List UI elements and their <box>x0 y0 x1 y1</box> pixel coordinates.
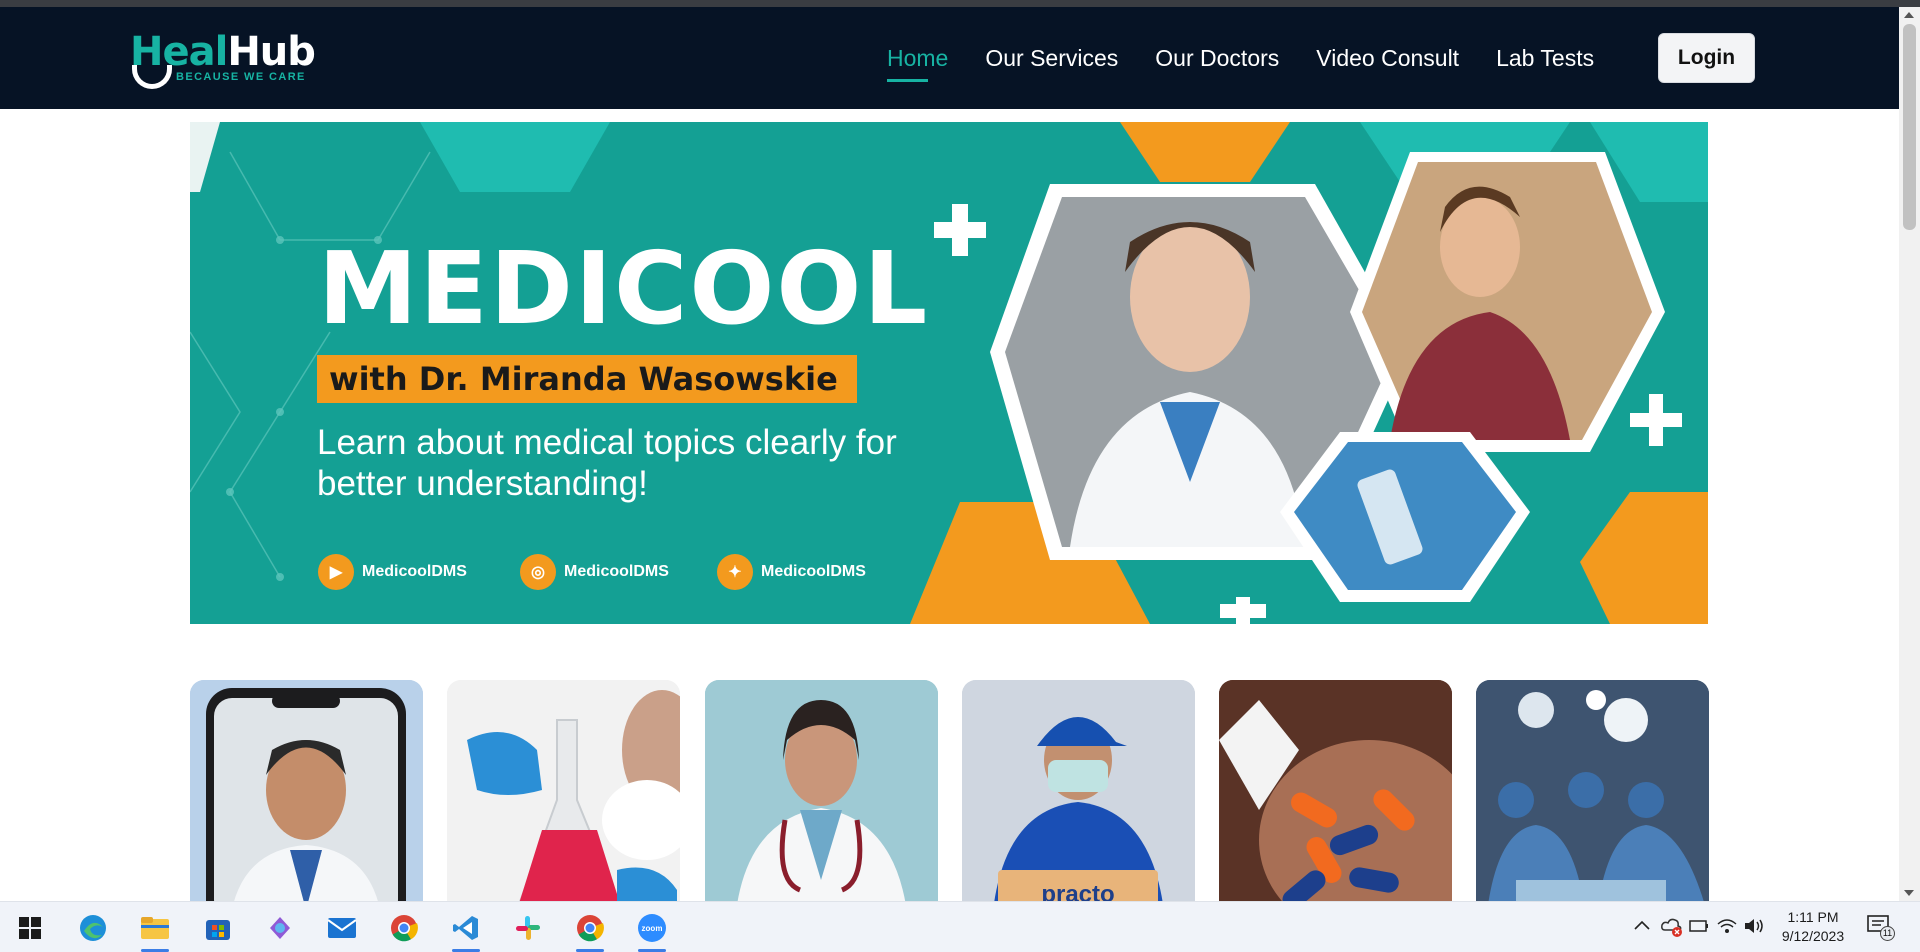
login-button[interactable]: Login <box>1658 33 1755 83</box>
scroll-up-arrow-icon[interactable] <box>1904 12 1914 18</box>
store-icon[interactable] <box>200 910 236 946</box>
instagram-icon: ◎ <box>520 554 556 590</box>
show-hidden-icons-chevron-icon[interactable] <box>1633 918 1651 936</box>
wifi-icon[interactable] <box>1716 917 1738 940</box>
svg-text:zoom: zoom <box>642 924 663 933</box>
nav-lab-tests[interactable]: Lab Tests <box>1496 45 1594 72</box>
youtube-icon: ▶ <box>318 554 354 590</box>
medicine-capsules-photo <box>1219 680 1452 920</box>
delivery-person-photo: practo <box>962 680 1195 920</box>
service-card-video-consult[interactable] <box>190 680 423 920</box>
nav-video-consult[interactable]: Video Consult <box>1316 45 1459 72</box>
edge-icon[interactable] <box>75 910 111 946</box>
page-scrollbar[interactable] <box>1899 7 1920 901</box>
vscode-icon[interactable] <box>448 910 484 952</box>
logo-tagline: BECAUSE WE CARE <box>176 71 306 83</box>
service-card-lab-tests[interactable] <box>447 680 680 920</box>
scroll-down-arrow-icon[interactable] <box>1904 890 1914 896</box>
hero-banner[interactable]: MEDICOOL with Dr. Miranda Wasowskie Lear… <box>190 122 1708 624</box>
social-twitter[interactable]: ✦ MedicoolDMS <box>717 554 866 590</box>
taskbar-clock[interactable]: 1:11 PM 9/12/2023 <box>1773 908 1853 946</box>
cloud-error-icon[interactable] <box>1660 916 1684 943</box>
volume-icon[interactable] <box>1743 917 1765 940</box>
nav-our-services[interactable]: Our Services <box>985 45 1118 72</box>
female-doctor-photo <box>705 680 938 920</box>
social-handle: MedicoolDMS <box>362 563 467 580</box>
video-consult-doctor-photo <box>190 680 423 920</box>
site-navbar: HealHub BECAUSE WE CARE Home Our Service… <box>0 7 1899 109</box>
service-card-medicines[interactable] <box>1219 680 1452 920</box>
logo-hub-text: Hub <box>227 29 316 75</box>
main-nav: Home Our Services Our Doctors Video Cons… <box>887 7 1631 109</box>
service-card-doctors[interactable] <box>705 680 938 920</box>
mail-icon[interactable] <box>324 910 360 946</box>
notification-center[interactable]: 11 <box>1866 914 1896 942</box>
nav-our-doctors[interactable]: Our Doctors <box>1155 45 1279 72</box>
logo-smile-icon <box>132 65 172 89</box>
service-card-medicine-delivery[interactable]: practo <box>962 680 1195 920</box>
lab-test-flask-photo <box>447 680 680 920</box>
social-instagram[interactable]: ◎ MedicoolDMS <box>520 554 669 590</box>
healhub-logo[interactable]: HealHub BECAUSE WE CARE <box>130 29 320 99</box>
windows-start-icon[interactable] <box>12 910 48 946</box>
banner-title: MEDICOOL <box>318 230 930 347</box>
windows-taskbar: zoom 1:11 PM 9/12/2023 11 <box>0 901 1920 952</box>
social-youtube[interactable]: ▶ MedicoolDMS <box>318 554 467 590</box>
banner-subtitle: with Dr. Miranda Wasowskie <box>317 355 857 403</box>
clock-date: 9/12/2023 <box>1781 928 1845 944</box>
chrome-icon[interactable] <box>386 910 422 946</box>
zoom-icon[interactable]: zoom <box>634 910 670 952</box>
service-cards: practo <box>190 680 1709 920</box>
browser-top-edge <box>0 0 1920 7</box>
clock-time: 1:11 PM <box>1787 909 1839 925</box>
service-card-surgery[interactable] <box>1476 680 1709 920</box>
scroll-thumb[interactable] <box>1903 24 1916 230</box>
social-handle: MedicoolDMS <box>564 563 669 580</box>
surgery-team-photo <box>1476 680 1709 920</box>
chrome-active-icon[interactable] <box>572 910 608 952</box>
banner-description: Learn about medical topics clearly for b… <box>317 423 897 503</box>
battery-icon[interactable] <box>1688 917 1710 940</box>
social-handle: MedicoolDMS <box>761 563 866 580</box>
file-explorer-icon[interactable] <box>137 910 173 952</box>
twitter-icon: ✦ <box>717 554 753 590</box>
nav-home[interactable]: Home <box>887 45 948 82</box>
notification-count-badge: 11 <box>1880 926 1895 941</box>
copilot-icon[interactable] <box>262 910 298 946</box>
slack-icon[interactable] <box>510 910 546 946</box>
